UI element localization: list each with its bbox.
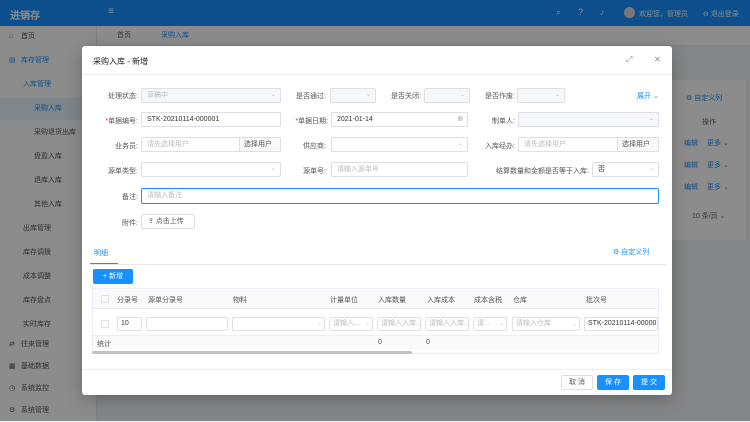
col-tax: 成本含税 [474, 297, 502, 304]
col-quantity: 入库数量 [378, 297, 406, 304]
chevron-down-icon: ⌄ [499, 321, 504, 327]
summary-cost: 0 [426, 339, 430, 346]
grid-header: 分录号 源单分录号 物料 计量单位 入库数量 入库成本 成本含税 仓库 批次号 [93, 289, 658, 309]
select-all-checkbox[interactable] [101, 295, 109, 303]
tax-placeholder: 请... [477, 320, 490, 327]
creator-select: ⌄ [518, 112, 659, 127]
unit-placeholder: 请输入... [333, 320, 360, 327]
fullscreen-icon[interactable]: ⤢ [626, 55, 632, 65]
add-row-button[interactable]: + 新增 [93, 269, 133, 284]
summary-row: 统计 0 0 [93, 335, 658, 349]
supplier-select[interactable]: ⌄ [331, 137, 468, 152]
source-type-label: 源单类型: [108, 168, 138, 175]
material-select[interactable]: ⌄ [232, 317, 325, 331]
summary-label: 统计 [97, 341, 111, 348]
modal-title: 采购入库 - 新增 [93, 57, 149, 66]
summary-quantity: 0 [378, 339, 382, 346]
chevron-down-icon: ⌄ [317, 321, 322, 327]
settle-value: 否 [598, 166, 605, 173]
submit-button[interactable]: 提 交 [633, 375, 665, 390]
col-batch-no: 批次号 [586, 297, 607, 304]
col-entry-no: 分录号 [117, 297, 138, 304]
chevron-down-icon: ⌄ [365, 92, 371, 98]
status-select: 草稿中 ⌄ [141, 88, 281, 103]
purchase-inbound-modal: 采购入库 - 新增 ⤢ ✕ 处理状态: 草稿中 ⌄ 是否通过: ⌄ 是否关闭: … [82, 46, 672, 395]
horizontal-scrollbar[interactable] [92, 351, 412, 354]
tab-detail[interactable]: 明细 [94, 248, 108, 258]
bill-no-input[interactable]: STK-20210114-000001 [141, 112, 281, 127]
bill-date-value: 2021-01-14 [337, 116, 373, 123]
status-label: 处理状态: [108, 93, 138, 100]
source-no-label: 源单号: [303, 168, 326, 175]
chevron-down-icon: ⌄ [365, 321, 370, 327]
modal-header-divider [82, 74, 672, 75]
closed-select: ⌄ [424, 88, 470, 103]
attach-label: 附件: [122, 220, 138, 227]
batch-no-input[interactable]: STK-20210114-000001 [584, 317, 658, 331]
chevron-down-icon: ⌄ [572, 321, 577, 327]
col-warehouse: 仓库 [513, 297, 527, 304]
col-source-entry-no: 源单分录号 [148, 297, 183, 304]
salesman-select-user-button[interactable]: 选择用户 [240, 137, 281, 152]
save-button[interactable]: 保 存 [597, 375, 629, 390]
remark-textarea[interactable]: 请输入备注 [141, 188, 659, 204]
closed-label: 是否关闭: [391, 93, 421, 100]
entry-no-input[interactable]: 10 [117, 317, 142, 331]
voided-select: ⌄ [517, 88, 565, 103]
bill-date-label: *单据日期: [295, 118, 328, 125]
col-cost: 入库成本 [427, 297, 455, 304]
chevron-down-icon: ⌄ [270, 92, 276, 98]
tax-select[interactable]: 请... ⌄ [473, 317, 507, 331]
handler-select-user-button[interactable]: 选择用户 [618, 137, 659, 152]
close-icon[interactable]: ✕ [654, 55, 661, 64]
warehouse-placeholder: 请输入仓库 [516, 320, 551, 327]
voided-label: 是否作废: [485, 93, 515, 100]
salesman-input[interactable]: 请先选择用户 [141, 137, 240, 152]
custom-columns-link[interactable]: ⚙ 自定义列 [613, 247, 649, 257]
row-checkbox[interactable] [101, 320, 109, 328]
creator-label: 制单人: [492, 118, 515, 125]
supplier-label: 供应商: [303, 143, 326, 150]
chevron-down-icon: ⌄ [270, 166, 276, 172]
upload-button[interactable]: ⇪ 点击上传 [141, 214, 195, 229]
salesman-label: 业务员: [115, 143, 138, 150]
quantity-input[interactable]: 请输入入库... [377, 317, 421, 331]
col-unit: 计量单位 [330, 297, 358, 304]
passed-label: 是否通过: [296, 93, 326, 100]
source-no-input[interactable]: 请输入源单号 [331, 162, 468, 177]
source-type-select[interactable]: ⌄ [141, 162, 281, 177]
status-value: 草稿中 [147, 92, 168, 99]
cancel-button[interactable]: 取 消 [561, 375, 593, 390]
chevron-down-icon: ⌄ [648, 116, 654, 122]
expand-link[interactable]: 展开 ⌄ [637, 91, 659, 101]
chevron-down-icon: ⌄ [459, 92, 465, 98]
chevron-down-icon: ⌄ [648, 166, 654, 172]
chevron-down-icon: ⌄ [457, 141, 463, 147]
passed-select: ⌄ [330, 88, 376, 103]
settle-label: 结算数量和金额是否等于入库: [496, 168, 589, 175]
tab-divider [90, 264, 666, 265]
settle-select[interactable]: 否 ⌄ [592, 162, 659, 177]
bill-no-label: *单据编号: [105, 118, 138, 125]
handler-input[interactable]: 请先选择用户 [518, 137, 618, 152]
modal-footer-divider [82, 369, 672, 370]
remark-label: 备注: [122, 194, 138, 201]
warehouse-select[interactable]: 请输入仓库 ⌄ [512, 317, 580, 331]
unit-select[interactable]: 请输入... ⌄ [329, 317, 373, 331]
chevron-down-icon: ⌄ [554, 92, 560, 98]
detail-grid: 分录号 源单分录号 物料 计量单位 入库数量 入库成本 成本含税 仓库 批次号 … [92, 288, 659, 354]
bill-date-input[interactable]: 2021-01-14 ▦ [331, 112, 468, 127]
source-entry-input[interactable] [146, 317, 228, 331]
cost-input[interactable]: 请输入入库... [425, 317, 469, 331]
handler-label: 入库经办: [485, 143, 515, 150]
calendar-icon: ▦ [457, 116, 463, 122]
col-material: 物料 [233, 297, 247, 304]
